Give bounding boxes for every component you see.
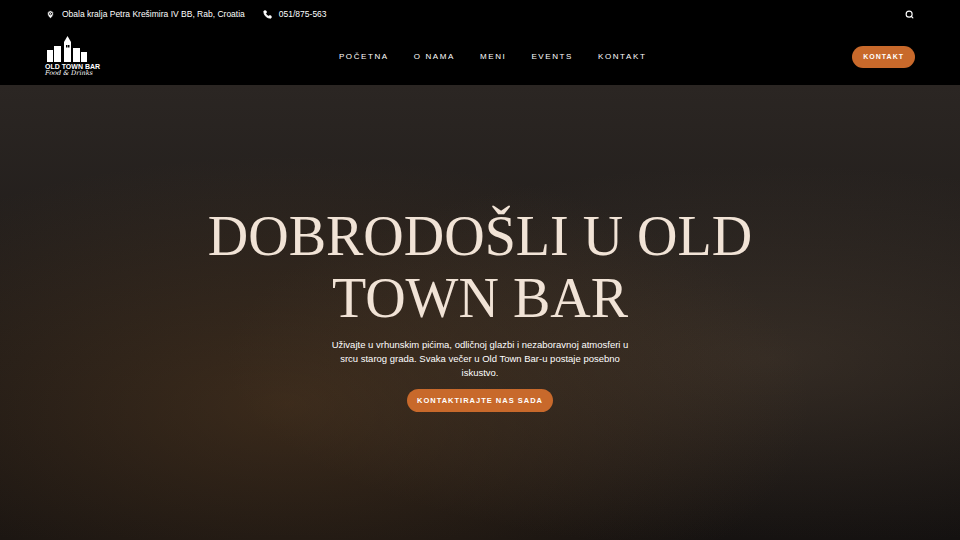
location-pin-icon (46, 10, 55, 19)
menu-item[interactable]: KONTAKT (598, 52, 646, 61)
logo-tower-icon (45, 36, 89, 62)
hero-text: Uživajte u vrhunskim pićima, odličnoj gl… (330, 338, 630, 379)
search-icon[interactable] (905, 10, 914, 19)
logo-tagline: Food & Drinks (45, 70, 93, 78)
nav-bar: OLD TOWN BARFood & Drinks POČETNA O NAMA ME… (0, 28, 960, 85)
top-bar: Obala kralja Petra Krešimira IV BB, Rab,… (0, 0, 960, 28)
hero-contact-button[interactable]: KONTAKTIRAJTE NAS SADA (407, 389, 553, 412)
phone-icon (263, 10, 272, 19)
hero: DOBRODOŠLI U OLD TOWN BAR Uživajte u vrhu… (0, 85, 960, 540)
address-text: Obala kralja Petra Krešimira IV BB, Rab,… (62, 9, 245, 19)
address: Obala kralja Petra Krešimira IV BB, Rab,… (46, 9, 245, 19)
phone-text[interactable]: 051/875-563 (279, 9, 327, 19)
main-menu: POČETNA O NAMA MENI EVENTS KONTAKT (155, 52, 852, 61)
hero-title: DOBRODOŠLI U OLD TOWN BAR (200, 205, 760, 330)
menu-item[interactable]: MENI (480, 52, 506, 61)
phone[interactable]: 051/875-563 (263, 9, 327, 19)
menu-item[interactable]: O NAMA (414, 52, 455, 61)
menu-item[interactable]: POČETNA (339, 52, 389, 61)
contact-button[interactable]: KONTAKT (852, 46, 915, 68)
logo-name: OLD TOWN BAR (45, 63, 100, 70)
logo[interactable]: OLD TOWN BARFood & Drinks (45, 36, 155, 78)
menu-item[interactable]: EVENTS (531, 52, 573, 61)
page: Obala kralja Petra Krešimira IV BB, Rab,… (0, 0, 960, 540)
